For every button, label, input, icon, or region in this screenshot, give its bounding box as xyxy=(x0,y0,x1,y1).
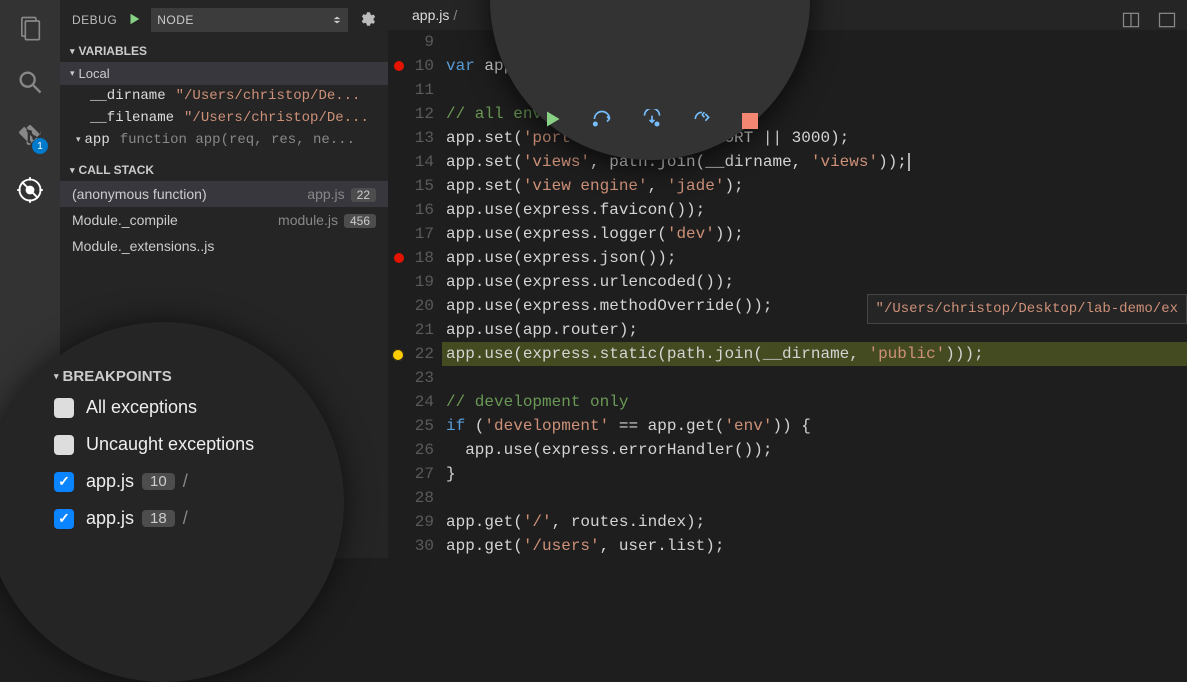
breakpoint-line: 18 xyxy=(142,510,175,527)
variable-filename[interactable]: __filename "/Users/christop/De... xyxy=(60,107,388,129)
callstack-label: CALL STACK xyxy=(79,163,155,177)
checkbox[interactable] xyxy=(54,398,74,418)
stack-frame[interactable]: (anonymous function) app.js22 xyxy=(60,181,388,207)
step-into-button[interactable] xyxy=(642,109,662,132)
chevron-down-icon: ▾ xyxy=(70,46,75,57)
breakpoint-path: / xyxy=(183,471,188,492)
more-icon[interactable] xyxy=(1157,10,1177,33)
variables-label: VARIABLES xyxy=(79,44,147,58)
split-editor-icon[interactable] xyxy=(1121,10,1141,33)
variables-section[interactable]: ▾ VARIABLES xyxy=(60,40,388,62)
scope-local-label: Local xyxy=(79,66,110,81)
stack-frame[interactable]: Module._extensions..js xyxy=(60,233,388,259)
breakpoint-label: app.js xyxy=(86,508,134,529)
step-over-button[interactable] xyxy=(592,109,612,132)
chevron-down-icon: ▾ xyxy=(70,68,75,79)
checkbox[interactable] xyxy=(54,472,74,492)
breakpoint-label: Uncaught exceptions xyxy=(86,434,254,455)
debug-config-select[interactable]: Node xyxy=(151,8,348,32)
breakpoint-line: 10 xyxy=(142,473,175,490)
stop-button[interactable] xyxy=(742,113,758,129)
breakpoint-row[interactable]: app.js 18 / xyxy=(54,500,344,537)
continue-button[interactable] xyxy=(542,109,562,132)
git-badge: 1 xyxy=(32,138,48,154)
debug-header: DEBUG Node xyxy=(60,0,388,40)
tab-appjs[interactable]: app.js xyxy=(412,7,449,23)
explorer-icon[interactable] xyxy=(14,12,46,44)
breakpoint-row[interactable]: app.js 10 / xyxy=(54,463,344,500)
start-debug-icon[interactable] xyxy=(127,12,141,29)
breakpoint-path: / xyxy=(183,508,188,529)
hover-hint: "/Users/christop/Desktop/lab-demo/ex xyxy=(867,294,1187,324)
debug-config-value: Node xyxy=(157,13,194,27)
callstack-section[interactable]: ▾ CALL STACK xyxy=(60,159,388,181)
chevron-down-icon: ▾ xyxy=(76,135,81,145)
debug-title: DEBUG xyxy=(72,13,117,27)
editor-top-right-icons xyxy=(1121,10,1177,33)
editor-area: app.js / 9101112131415161718192021222324… xyxy=(388,0,1187,558)
chevron-down-icon: ▾ xyxy=(70,165,75,176)
git-icon[interactable]: 1 xyxy=(14,120,46,152)
breakpoint-label: app.js xyxy=(86,471,134,492)
variable-app[interactable]: ▾ app function app(req, res, ne... xyxy=(60,129,388,151)
stack-frame[interactable]: Module._compile module.js456 xyxy=(60,207,388,233)
breakpoint-label: All exceptions xyxy=(86,397,197,418)
scope-local[interactable]: ▾ Local xyxy=(60,62,388,85)
breakpoint-row[interactable]: All exceptions xyxy=(54,389,344,426)
variable-dirname[interactable]: __dirname "/Users/christop/De... xyxy=(60,85,388,107)
search-icon[interactable] xyxy=(14,66,46,98)
gutter[interactable]: 9101112131415161718192021222324252627282… xyxy=(388,30,442,558)
tab-separator: / xyxy=(453,7,457,23)
debug-icon[interactable] xyxy=(14,174,46,206)
chevron-down-icon: ▾ xyxy=(54,371,59,382)
checkbox[interactable] xyxy=(54,509,74,529)
checkbox[interactable] xyxy=(54,435,74,455)
breakpoints-magnifier: ▾ BREAKPOINTS All exceptions Uncaught exc… xyxy=(0,322,344,682)
breakpoint-row[interactable]: Uncaught exceptions xyxy=(54,426,344,463)
gear-icon[interactable] xyxy=(358,10,376,31)
code-editor[interactable]: 9101112131415161718192021222324252627282… xyxy=(388,30,1187,558)
step-out-button[interactable] xyxy=(692,109,712,132)
breakpoints-label: BREAKPOINTS xyxy=(63,368,172,385)
